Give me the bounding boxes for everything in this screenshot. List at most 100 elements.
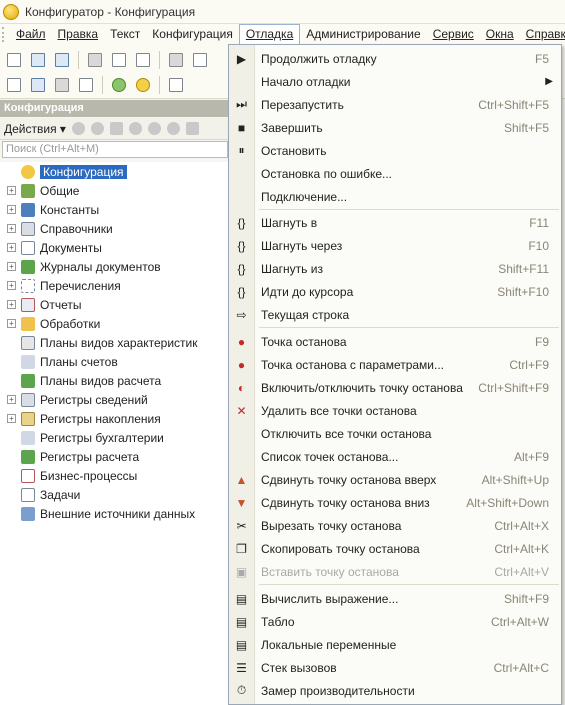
- tree-item-information-registers[interactable]: + Регистры сведений: [0, 390, 228, 409]
- save-icon[interactable]: [52, 50, 72, 70]
- menu-item-move-breakpoint-up[interactable]: ▲ Сдвинуть точку останова вверх Alt+Shif…: [229, 468, 561, 491]
- copy-icon[interactable]: [109, 50, 129, 70]
- menu-item-step-out[interactable]: {} Шагнуть из Shift+F11: [229, 257, 561, 280]
- tree-item-external-data-sources[interactable]: Внешние источники данных: [0, 504, 228, 523]
- menu-item-performance[interactable]: ⏱ Замер производительности: [229, 679, 561, 702]
- expand-icon[interactable]: +: [7, 395, 16, 404]
- copy-item-icon[interactable]: [109, 122, 123, 135]
- tree-item-document-journals[interactable]: + Журналы документов: [0, 257, 228, 276]
- expand-icon[interactable]: +: [7, 262, 16, 271]
- open-icon[interactable]: [28, 50, 48, 70]
- tree-item-reports[interactable]: + Отчеты: [0, 295, 228, 314]
- tree-item-business-processes[interactable]: Бизнес-процессы: [0, 466, 228, 485]
- menu-item-step-into[interactable]: {} Шагнуть в F11: [229, 211, 561, 234]
- menu-grip-handle[interactable]: [2, 27, 4, 42]
- menu-administration[interactable]: Администрирование: [300, 25, 426, 44]
- menu-item-pause[interactable]: ⏸ Остановить: [229, 139, 561, 162]
- paste-icon[interactable]: [133, 50, 153, 70]
- menu-item-breakpoint-list[interactable]: Список точек останова... Alt+F9: [229, 445, 561, 468]
- menu-item-restart[interactable]: ⏭ Перезапустить Ctrl+Shift+F5: [229, 93, 561, 116]
- tree-item-configuration[interactable]: Конфигурация: [0, 162, 228, 181]
- tree-item-calculation-registers[interactable]: Регистры расчета: [0, 447, 228, 466]
- restart-icon: ⏭: [236, 97, 247, 111]
- preview-icon[interactable]: [190, 50, 210, 70]
- move-up-icon[interactable]: [147, 122, 161, 135]
- menu-help[interactable]: Справка: [520, 25, 565, 44]
- tree-item-data-processors[interactable]: + Обработки: [0, 314, 228, 333]
- run-icon[interactable]: [109, 75, 129, 95]
- edit-icon[interactable]: [90, 122, 104, 135]
- menu-item-toggle-breakpoint[interactable]: ◐ Включить/отключить точку останова Ctrl…: [229, 376, 561, 399]
- expand-icon[interactable]: +: [7, 224, 16, 233]
- menu-configuration[interactable]: Конфигурация: [146, 25, 239, 44]
- delete-icon[interactable]: [128, 122, 142, 135]
- tree-item-tasks[interactable]: Задачи: [0, 485, 228, 504]
- menu-item-cut-breakpoint[interactable]: ✂ Вырезать точку останова Ctrl+Alt+X: [229, 514, 561, 537]
- menu-item-connection[interactable]: Подключение...: [229, 185, 561, 208]
- open-configuration-icon[interactable]: [4, 75, 24, 95]
- menu-item-start-debug[interactable]: Начало отладки ▶: [229, 70, 561, 93]
- expand-icon[interactable]: +: [7, 205, 16, 214]
- expand-icon[interactable]: +: [7, 300, 16, 309]
- toolbar-separator: [102, 76, 103, 94]
- expand-icon[interactable]: +: [7, 243, 16, 252]
- sort-icon[interactable]: [185, 122, 199, 135]
- menu-item-finish[interactable]: ■ Завершить Shift+F5: [229, 116, 561, 139]
- expand-icon[interactable]: +: [7, 186, 16, 195]
- current-line-icon: ⇨: [236, 307, 247, 322]
- calculation-registers-icon: [21, 449, 35, 464]
- menu-separator: [259, 327, 559, 328]
- menu-item-step-over[interactable]: {} Шагнуть через F10: [229, 234, 561, 257]
- tree-item-constants[interactable]: + Константы: [0, 200, 228, 219]
- panel-title: Конфигурация: [0, 100, 228, 117]
- menu-item-delete-all-breakpoints[interactable]: ✕ Удалить все точки останова: [229, 399, 561, 422]
- menu-debug[interactable]: Отладка: [238, 24, 301, 45]
- add-icon[interactable]: [71, 122, 85, 135]
- update-configuration-icon[interactable]: [28, 75, 48, 95]
- expand-icon[interactable]: +: [7, 414, 16, 423]
- menu-item-breakpoint[interactable]: ● Точка останова F9: [229, 330, 561, 353]
- accumulation-registers-icon: [21, 411, 35, 426]
- tree-item-catalogs[interactable]: + Справочники: [0, 219, 228, 238]
- menu-edit[interactable]: Правка: [52, 25, 105, 44]
- menu-file[interactable]: Файл: [10, 25, 52, 44]
- tree-item-characteristic-types[interactable]: Планы видов характеристик: [0, 333, 228, 352]
- tree-item-accumulation-registers[interactable]: + Регистры накопления: [0, 409, 228, 428]
- new-icon[interactable]: [4, 50, 24, 70]
- menu-item-current-line[interactable]: ⇨ Текущая строка: [229, 303, 561, 326]
- cut-icon[interactable]: [85, 50, 105, 70]
- menu-windows[interactable]: Окна: [480, 25, 520, 44]
- tree-item-documents[interactable]: + Документы: [0, 238, 228, 257]
- actions-dropdown[interactable]: Действия ▾: [4, 122, 66, 136]
- menu-item-move-breakpoint-down[interactable]: ▼ Сдвинуть точку останова вниз Alt+Shift…: [229, 491, 561, 514]
- menu-item-disable-all-breakpoints[interactable]: Отключить все точки останова: [229, 422, 561, 445]
- breakpoint-up-icon: ▲: [235, 472, 248, 487]
- tree-item-chart-of-accounts[interactable]: Планы счетов: [0, 352, 228, 371]
- expand-icon[interactable]: +: [7, 281, 16, 290]
- menu-text[interactable]: Текст: [104, 25, 146, 44]
- tree-item-common[interactable]: + Общие: [0, 181, 228, 200]
- compare-icon[interactable]: [76, 75, 96, 95]
- database-icon[interactable]: [52, 75, 72, 95]
- menu-item-conditional-breakpoint[interactable]: ● Точка останова с параметрами... Ctrl+F…: [229, 353, 561, 376]
- syntax-check-icon[interactable]: [166, 75, 186, 95]
- menu-item-continue-debug[interactable]: ▶ Продолжить отладку F5: [229, 47, 561, 70]
- menu-item-call-stack[interactable]: ☰ Стек вызовов Ctrl+Alt+C: [229, 656, 561, 679]
- start-debug-icon[interactable]: [133, 75, 153, 95]
- tree-item-calculation-types[interactable]: Планы видов расчета: [0, 371, 228, 390]
- submenu-arrow-icon: ▶: [545, 76, 553, 87]
- menu-item-run-to-cursor[interactable]: {} Идти до курсора Shift+F10: [229, 280, 561, 303]
- menu-item-evaluate-expression[interactable]: ▤ Вычислить выражение... Shift+F9: [229, 587, 561, 610]
- menu-item-watch[interactable]: ▤ Табло Ctrl+Alt+W: [229, 610, 561, 633]
- delete-breakpoints-icon: ✕: [236, 403, 247, 418]
- tree-item-enums[interactable]: + Перечисления: [0, 276, 228, 295]
- print-icon[interactable]: [166, 50, 186, 70]
- tree-item-accounting-registers[interactable]: Регистры бухгалтерии: [0, 428, 228, 447]
- menu-item-local-variables[interactable]: ▤ Локальные переменные: [229, 633, 561, 656]
- expand-icon[interactable]: +: [7, 319, 16, 328]
- menu-item-copy-breakpoint[interactable]: ❐ Скопировать точку останова Ctrl+Alt+K: [229, 537, 561, 560]
- move-down-icon[interactable]: [166, 122, 180, 135]
- menu-service[interactable]: Сервис: [427, 25, 480, 44]
- search-input[interactable]: Поиск (Ctrl+Alt+M): [2, 141, 228, 158]
- menu-item-stop-on-error[interactable]: Остановка по ошибке...: [229, 162, 561, 185]
